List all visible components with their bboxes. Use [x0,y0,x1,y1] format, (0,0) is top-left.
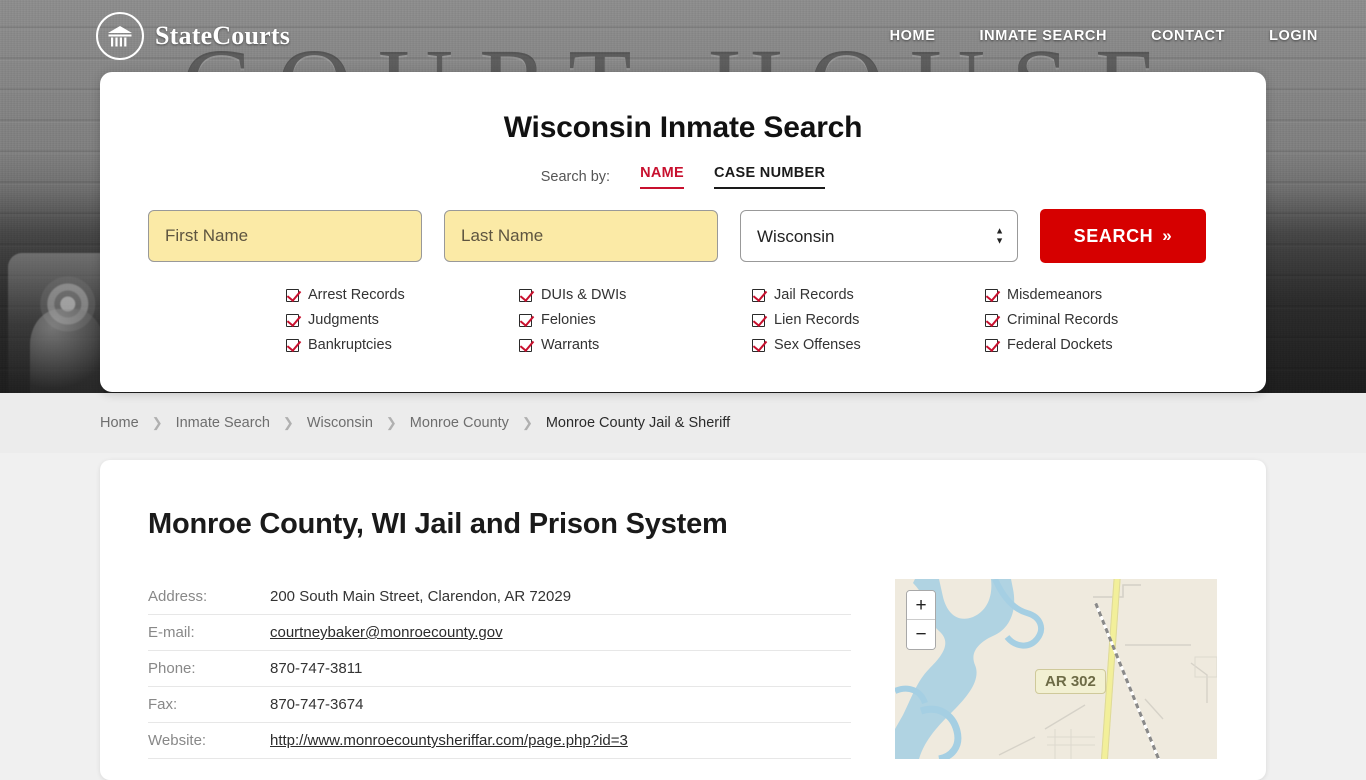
checkbox-checked-icon [519,313,532,327]
record-type-label: Misdemeanors [1007,287,1103,303]
info-value-fax: 870-747-3674 [270,696,364,713]
main-navigation: HOME INMATE SEARCH CONTACT LOGIN [890,28,1318,44]
record-type-label: Felonies [541,312,596,328]
record-type-label: Judgments [308,312,379,328]
checkbox-checked-icon [985,313,998,327]
record-type-label: Arrest Records [308,287,405,303]
map-zoom-in-button[interactable]: + [907,591,935,620]
breadcrumb-item-home[interactable]: Home [100,415,139,431]
record-type-label: Federal Dockets [1007,337,1113,353]
search-by-label: Search by: [540,169,611,185]
record-type-label: Sex Offenses [774,337,861,353]
table-row: Address: 200 South Main Street, Clarendo… [148,579,851,615]
detail-area: Address: 200 South Main Street, Clarendo… [148,579,1218,759]
tab-name[interactable]: NAME [640,165,684,189]
breadcrumb: Home ❯ Inmate Search ❯ Wisconsin ❯ Monro… [0,393,1366,453]
checkbox-checked-icon [985,338,998,352]
last-name-input[interactable] [444,210,718,262]
record-type-label: Criminal Records [1007,312,1119,328]
checkbox-checked-icon [752,288,765,302]
record-type-label: Jail Records [774,287,854,303]
double-chevron-right-icon: » [1162,226,1173,245]
tab-case-number[interactable]: CASE NUMBER [713,165,826,189]
chevron-right-icon: ❯ [385,415,397,430]
record-type-item: Federal Dockets [985,337,1218,353]
record-type-item: Warrants [519,337,752,353]
info-value-address: 200 South Main Street, Clarendon, AR 720… [270,588,572,605]
info-label: Phone: [148,660,196,677]
page-title: Monroe County, WI Jail and Prison System [148,508,728,540]
checkbox-checked-icon [286,288,299,302]
record-type-list: Arrest Records DUIs & DWIs Jail Records … [148,287,1218,353]
email-link[interactable]: courtneybaker@monroecounty.gov [270,624,503,641]
info-label: Website: [148,732,207,749]
checkbox-checked-icon [286,313,299,327]
site-header: StateCourts HOME INMATE SEARCH CONTACT L… [0,0,1366,72]
info-value-website: http://www.monroecountysheriffar.com/pag… [270,723,851,759]
record-type-label: Bankruptcies [308,337,392,353]
search-button[interactable]: SEARCH » [1040,209,1206,263]
location-map[interactable]: AR 302 + − [895,579,1217,759]
checkbox-checked-icon [985,288,998,302]
website-link[interactable]: http://www.monroecountysheriffar.com/pag… [270,732,628,749]
record-type-item: Felonies [519,312,752,328]
nav-item-inmate-search[interactable]: INMATE SEARCH [980,28,1108,44]
record-type-item: Arrest Records [286,287,519,303]
search-button-label: SEARCH [1073,225,1154,246]
record-type-item: Bankruptcies [286,337,519,353]
state-select-wrapper: Wisconsin ▲ ▼ [740,210,1018,262]
nav-item-contact[interactable]: CONTACT [1151,28,1225,44]
nav-item-home[interactable]: HOME [890,28,936,44]
info-label: E-mail: [148,624,195,641]
breadcrumb-item-wisconsin[interactable]: Wisconsin [307,415,373,431]
map-zoom-controls: + − [906,590,936,650]
search-by-row: Search by: NAME CASE NUMBER [148,165,1218,189]
chevron-right-icon: ❯ [521,415,533,430]
table-row: E-mail: courtneybaker@monroecounty.gov [148,615,851,651]
checkbox-checked-icon [752,313,765,327]
table-row: Fax: 870-747-3674 [148,687,851,723]
breadcrumb-item-monroe-county[interactable]: Monroe County [410,415,509,431]
courthouse-circle-icon [96,12,144,60]
record-type-item: Misdemeanors [985,287,1218,303]
record-type-item: Sex Offenses [752,337,985,353]
info-label: Fax: [148,696,178,713]
nav-item-login[interactable]: LOGIN [1269,28,1318,44]
checkbox-checked-icon [519,288,532,302]
record-type-label: Lien Records [774,312,860,328]
search-title: Wisconsin Inmate Search [503,111,863,144]
map-highway-shield: AR 302 [1035,669,1106,694]
search-form-row: Wisconsin ▲▼ SEARCH » [148,209,1218,263]
record-type-item: Lien Records [752,312,985,328]
brand-logo-link[interactable]: StateCourts [96,12,290,60]
table-row: Website: http://www.monroecountysheriffa… [148,723,851,759]
checkbox-checked-icon [286,338,299,352]
map-zoom-out-button[interactable]: − [907,620,935,649]
inmate-search-card: Wisconsin Inmate Search Search by: NAME … [100,72,1266,392]
first-name-input[interactable] [148,210,422,262]
chevron-right-icon: ❯ [282,415,294,430]
info-label: Address: [148,588,208,605]
record-type-item: DUIs & DWIs [519,287,752,303]
info-value-phone: 870-747-3811 [270,660,363,677]
breadcrumb-item-inmate-search[interactable]: Inmate Search [176,415,270,431]
breadcrumb-item-current: Monroe County Jail & Sheriff [545,415,731,431]
record-type-item: Criminal Records [985,312,1218,328]
record-type-item: Judgments [286,312,519,328]
record-type-label: Warrants [541,337,600,353]
record-type-label: DUIs & DWIs [541,287,627,303]
record-type-item: Jail Records [752,287,985,303]
checkbox-checked-icon [752,338,765,352]
info-value-email: courtneybaker@monroecounty.gov [270,615,851,651]
state-select[interactable]: Wisconsin [740,210,1018,262]
facility-detail-card: Monroe County, WI Jail and Prison System… [100,460,1266,780]
brand-name: StateCourts [155,21,291,50]
checkbox-checked-icon [519,338,532,352]
table-row: Phone: 870-747-3811 [148,651,851,687]
chevron-right-icon: ❯ [151,415,163,430]
facility-info-table: Address: 200 South Main Street, Clarendo… [148,579,851,759]
